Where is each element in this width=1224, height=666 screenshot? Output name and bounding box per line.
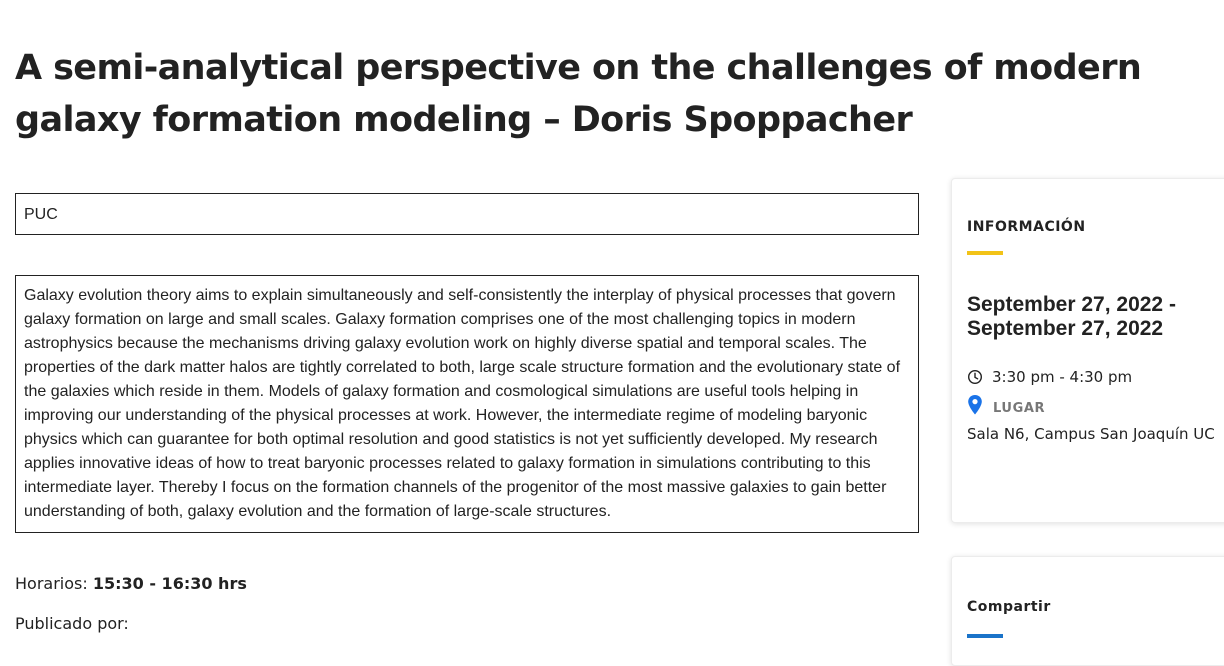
event-time: 3:30 pm - 4:30 pm (992, 368, 1133, 386)
event-location: Sala N6, Campus San Joaquín UC (967, 425, 1215, 443)
event-time-row: 3:30 pm - 4:30 pm (967, 368, 1132, 386)
abstract-box: Galaxy evolution theory aims to explain … (15, 275, 919, 533)
schedule-value: 15:30 - 16:30 hrs (92, 574, 247, 593)
info-accent-bar (967, 251, 1003, 255)
share-card: Compartir (951, 556, 1224, 666)
schedule-label: Horarios: (15, 574, 88, 593)
institution-name: PUC (24, 206, 58, 223)
map-pin-icon (967, 394, 983, 416)
abstract-text: Galaxy evolution theory aims to explain … (24, 287, 901, 520)
share-heading: Compartir (967, 599, 1051, 615)
published-by-label: Publicado por: (15, 614, 129, 633)
clock-icon (967, 369, 983, 385)
published-by-line: Publicado por: (15, 614, 129, 633)
event-info-card: INFORMACIÓN September 27, 2022 - Septemb… (951, 178, 1224, 523)
info-heading: INFORMACIÓN (967, 219, 1086, 235)
institution-box: PUC (15, 193, 919, 235)
page-title: A semi-analytical perspective on the cha… (15, 48, 1142, 140)
share-accent-bar (967, 634, 1003, 638)
location-label-row: LUGAR (967, 394, 1045, 416)
location-label: LUGAR (993, 400, 1046, 416)
schedule-line: Horarios: 15:30 - 16:30 hrs (15, 574, 247, 593)
event-date-range: September 27, 2022 - September 27, 2022 (967, 293, 1176, 340)
